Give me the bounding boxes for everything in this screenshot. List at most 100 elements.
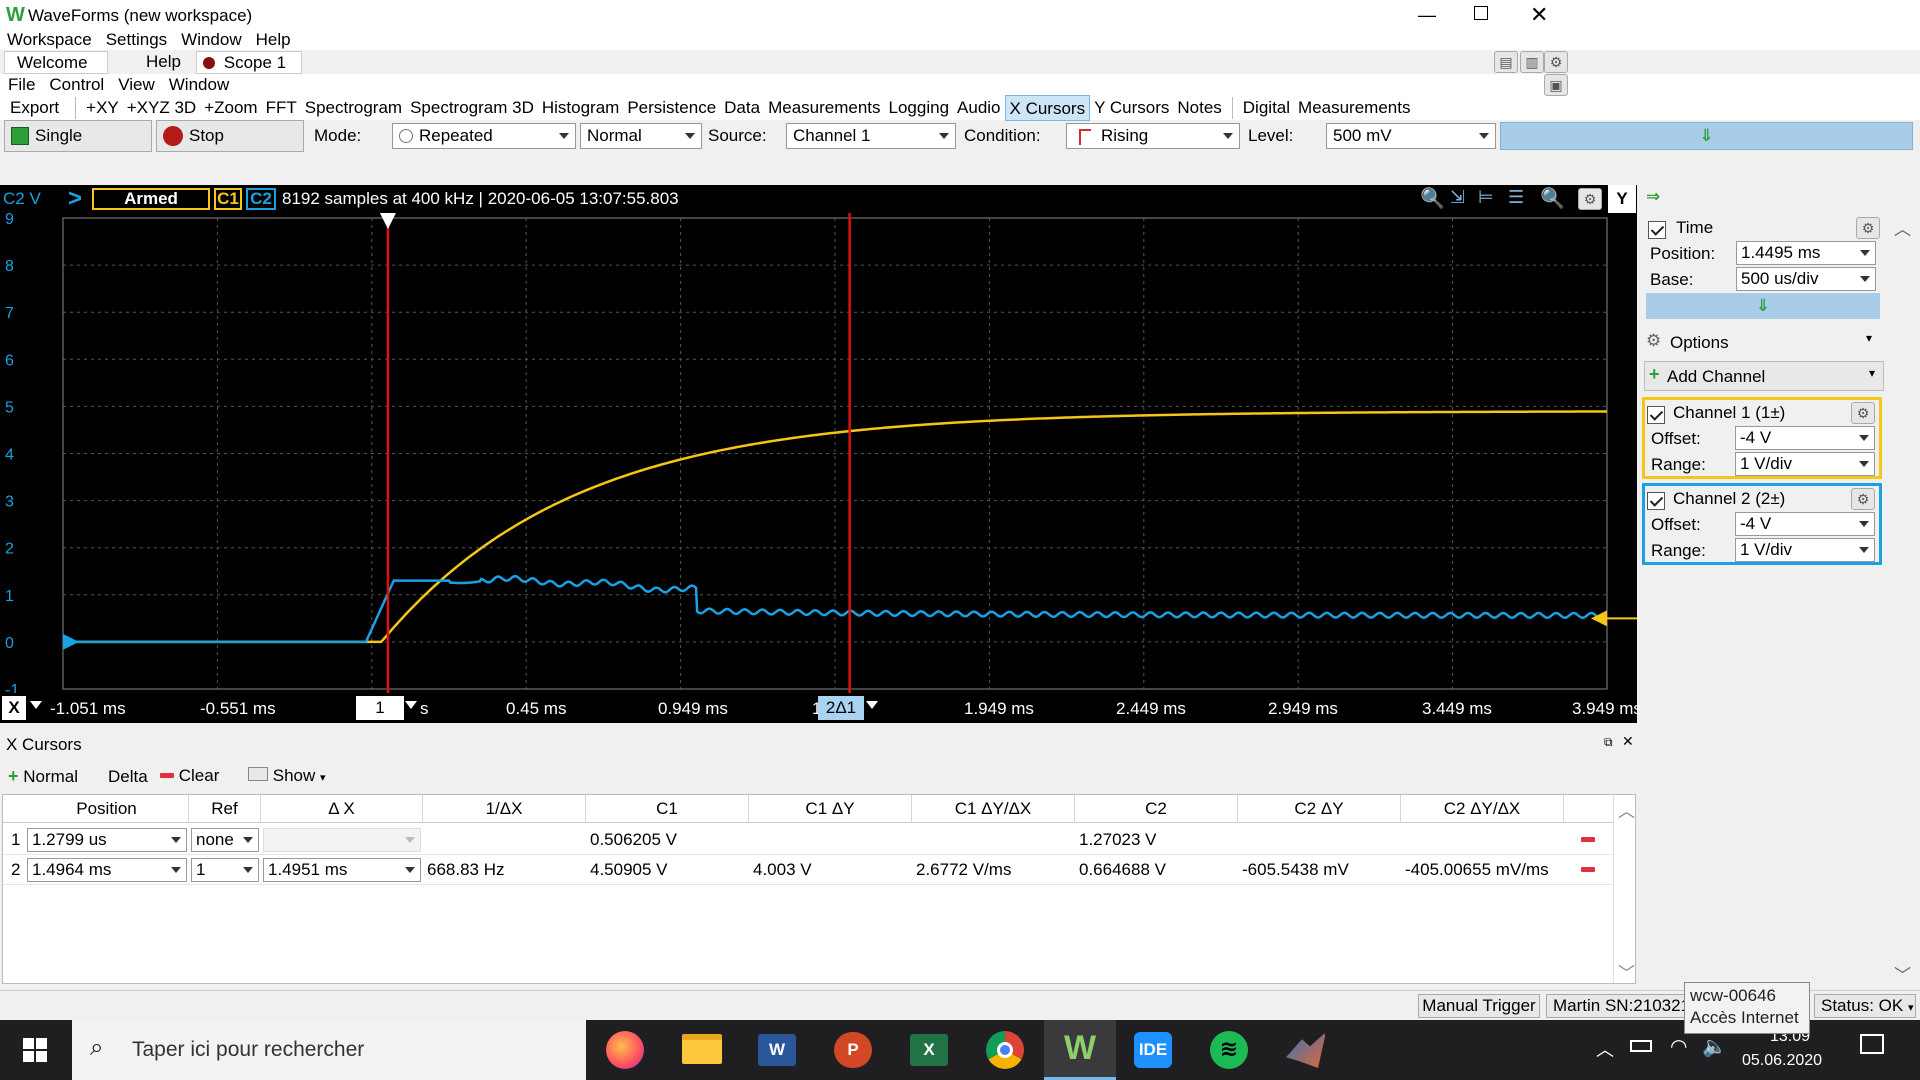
tool-y-cursors[interactable]: Y Cursors [1090, 95, 1173, 121]
tab-welcome[interactable]: Welcome + [4, 51, 108, 96]
tool-data[interactable]: Data [720, 95, 764, 121]
scroll-up-icon[interactable]: ︿ [1618, 797, 1635, 822]
matlab-icon[interactable] [1286, 1032, 1326, 1068]
channel-1-settings-icon[interactable]: ⚙ [1851, 402, 1875, 424]
start-button[interactable] [0, 1020, 72, 1080]
layout-tile-icon[interactable]: ▤ [1494, 51, 1518, 73]
tool-digital[interactable]: Digital [1239, 95, 1294, 121]
expand-trigger-button[interactable]: ⇓ [1500, 122, 1913, 150]
tab-scope-1[interactable]: Scope 1 ✕ [196, 51, 302, 94]
battery-icon[interactable] [1630, 1040, 1652, 1052]
channel-1-tag[interactable]: C1 [214, 188, 242, 210]
cursor-ref-select[interactable]: none [191, 828, 259, 852]
chrome-icon[interactable] [986, 1031, 1024, 1069]
channel-2-checkbox[interactable] [1647, 491, 1665, 510]
settings-gear-icon[interactable]: ⚙ [1544, 51, 1568, 73]
mode-select[interactable]: Repeated [392, 123, 576, 149]
channel-2-range-input[interactable]: 1 V/div [1735, 538, 1875, 562]
tool-measurements[interactable]: Measurements [764, 95, 884, 121]
volume-icon[interactable]: 🔈 [1702, 1034, 1727, 1059]
cursor-delta-button[interactable]: Delta [108, 767, 148, 787]
cursor-show-button[interactable]: Show ▾ [248, 766, 326, 788]
expand-time-button[interactable]: ⇓ [1646, 293, 1880, 319]
scope-menu-control[interactable]: Control [49, 75, 104, 95]
word-icon[interactable]: W [758, 1034, 796, 1066]
maximize-icon[interactable] [1474, 6, 1488, 20]
tool-notes[interactable]: Notes [1173, 95, 1225, 121]
tool-spectrogram-3d[interactable]: Spectrogram 3D [406, 95, 538, 121]
channel-1-offset-input[interactable]: -4 V [1735, 426, 1875, 450]
zoom-out-icon[interactable]: 🔍 [1540, 186, 1565, 211]
channel-1-range-input[interactable]: 1 V/div [1735, 452, 1875, 476]
menu-workspace[interactable]: Workspace [7, 30, 92, 50]
cursor-2-dropdown-icon[interactable] [866, 701, 878, 709]
channel-2-settings-icon[interactable]: ⚙ [1851, 488, 1875, 510]
zoom-in-icon[interactable]: 🔍 [1420, 186, 1445, 211]
cursor-dx-input[interactable]: 1.4951 ms [263, 858, 421, 882]
file-explorer-icon[interactable] [682, 1034, 722, 1064]
cursor-clear-button[interactable]: Clear [160, 766, 219, 788]
clock-date[interactable]: 05.06.2020 [1742, 1052, 1822, 1070]
tab-help[interactable]: Help [118, 51, 188, 74]
add-channel-button[interactable]: + Add Channel ▾ [1644, 361, 1884, 391]
manual-trigger-button[interactable]: Manual Trigger [1418, 994, 1540, 1018]
cursor-normal-button[interactable]: + Normal [8, 766, 78, 788]
source-select[interactable]: Channel 1 [786, 123, 956, 149]
autoscale-icon[interactable]: ☰ [1508, 187, 1524, 208]
tool-audio[interactable]: Audio [953, 95, 1004, 121]
remove-cursor-icon[interactable] [1581, 867, 1595, 872]
cursor-2-tag[interactable]: 2Δ1 [818, 696, 864, 720]
options-button[interactable]: ⚙ Options ▾ [1644, 329, 1882, 357]
tool-export[interactable]: Export [0, 95, 69, 121]
panel-collapse-icon[interactable]: ⇒ [1646, 187, 1660, 207]
y-axis-button[interactable]: Y [1608, 185, 1636, 213]
cursor-1-tag[interactable]: 1 [356, 696, 404, 720]
position-input[interactable]: 1.4495 ms [1736, 241, 1876, 265]
fit-icon[interactable]: ⊨ [1478, 187, 1494, 208]
layout-split-icon[interactable]: ▥ [1520, 51, 1544, 73]
oscilloscope-plot[interactable]: 9 8 7 6 5 4 3 2 1 0 -1 [0, 213, 1637, 693]
dock-icon[interactable]: ▣ [1544, 74, 1568, 96]
tool-zoom[interactable]: +Zoom [200, 95, 261, 121]
tool-xy[interactable]: +XY [82, 95, 123, 121]
channel-2-offset-input[interactable]: -4 V [1735, 512, 1875, 536]
panel-scroll-up-icon[interactable]: ︿ [1894, 215, 1911, 240]
level-input[interactable]: 500 mV [1326, 123, 1496, 149]
plot-area[interactable]: 9 8 7 6 5 4 3 2 1 0 -1 [0, 213, 1637, 693]
stop-button[interactable]: Stop [156, 120, 304, 152]
close-panel-icon[interactable]: ✕ [1622, 733, 1634, 750]
waveforms-taskbar-icon[interactable]: W [1044, 1020, 1116, 1080]
channel-2-tag[interactable]: C2 [246, 188, 276, 210]
tool-xyz-3d[interactable]: +XYZ 3D [123, 95, 200, 121]
tool-histogram[interactable]: Histogram [538, 95, 623, 121]
x-axis-dropdown-icon[interactable] [30, 701, 42, 709]
condition-select[interactable]: Rising [1066, 123, 1240, 149]
menu-help[interactable]: Help [256, 30, 291, 50]
x-axis-button[interactable]: X [2, 696, 26, 720]
scope-menu-file[interactable]: File [8, 75, 35, 95]
cursor-position-input[interactable]: 1.2799 us [27, 828, 187, 852]
close-icon[interactable]: ✕ [1530, 2, 1548, 28]
menu-settings[interactable]: Settings [106, 30, 167, 50]
tool-persistence[interactable]: Persistence [623, 95, 720, 121]
ide-icon[interactable]: IDE [1134, 1032, 1172, 1068]
remove-cursor-icon[interactable] [1581, 837, 1595, 842]
scope-menu-window[interactable]: Window [169, 75, 229, 95]
float-panel-icon[interactable]: ⧉ [1604, 735, 1613, 750]
base-input[interactable]: 500 us/div [1736, 267, 1876, 291]
tool-spectrogram[interactable]: Spectrogram [301, 95, 406, 121]
zoom-tool-icon[interactable]: ⇲ [1450, 187, 1465, 208]
time-settings-icon[interactable]: ⚙ [1856, 217, 1880, 239]
table-scrollbar[interactable]: ︿ ﹀ [1613, 795, 1635, 983]
cursor-1-dropdown-icon[interactable] [405, 701, 417, 709]
single-button[interactable]: Single [4, 120, 152, 152]
scope-menu-view[interactable]: View [118, 75, 155, 95]
tool-digital-measurements[interactable]: Measurements [1294, 95, 1414, 121]
minimize-icon[interactable]: — [1418, 5, 1436, 26]
tool-x-cursors[interactable]: X Cursors [1004, 95, 1091, 121]
menu-window[interactable]: Window [181, 30, 241, 50]
search-box[interactable]: ⌕ Taper ici pour rechercher [72, 1020, 586, 1080]
trigger-mode-select[interactable]: Normal [580, 123, 702, 149]
wifi-icon[interactable]: ◠ [1670, 1034, 1687, 1059]
time-checkbox[interactable] [1648, 220, 1666, 239]
